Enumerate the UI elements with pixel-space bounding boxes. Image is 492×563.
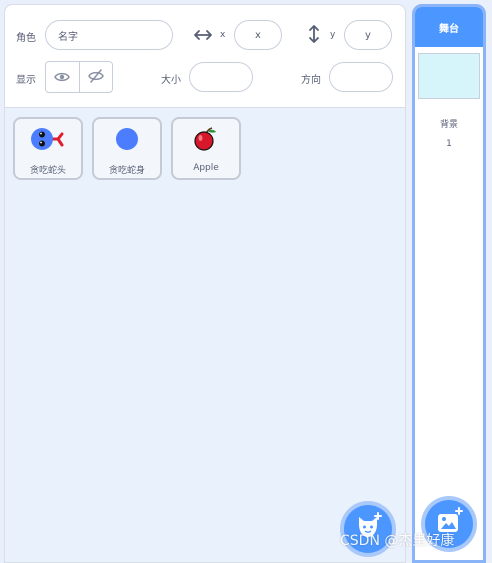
backdrops-label: 背景 <box>439 120 458 130</box>
sprite-tile[interactable]: Apple <box>171 117 241 180</box>
stage-pane[interactable]: 舞台 背景 1 <box>412 4 486 563</box>
snake-body-icon <box>94 125 160 153</box>
watermark: CSDN @杰里好康 <box>340 533 455 549</box>
show-label: 显示 <box>16 75 36 86</box>
stage-thumbnail[interactable] <box>418 53 480 99</box>
snake-head-icon <box>15 125 81 153</box>
show-button[interactable] <box>46 62 79 92</box>
hide-button[interactable] <box>78 62 113 92</box>
size-input[interactable] <box>189 62 253 92</box>
eye-icon <box>54 68 71 87</box>
sprite-name: 贪吃蛇头 <box>29 166 66 176</box>
y-input[interactable]: y <box>344 20 392 50</box>
y-axis-icon <box>307 24 321 48</box>
sprite-info-panel: 角色 名字 x x y y 显示 大小 方向 <box>5 5 405 108</box>
direction-input[interactable] <box>329 62 393 92</box>
x-input[interactable]: x <box>234 20 282 50</box>
sprite-tile[interactable]: 贪吃蛇头 <box>13 117 83 180</box>
sprite-name-input[interactable]: 名字 <box>45 20 173 50</box>
eye-slash-icon <box>87 68 104 87</box>
apple-icon <box>173 125 239 153</box>
stage-header: 舞台 <box>415 7 483 47</box>
x-axis-icon <box>193 27 213 46</box>
y-label: y <box>330 30 336 40</box>
direction-label: 方向 <box>301 75 321 86</box>
sprite-label: 角色 <box>16 33 36 44</box>
sprite-list: 贪吃蛇头 贪吃蛇身 Apple <box>13 117 241 180</box>
sprite-tile[interactable]: 贪吃蛇身 <box>92 117 162 180</box>
sprite-name: 贪吃蛇身 <box>108 166 145 176</box>
sprite-pane: 角色 名字 x x y y 显示 大小 方向 贪吃蛇头 贪吃蛇身 Apple <box>4 4 406 563</box>
size-label: 大小 <box>161 75 181 86</box>
x-label: x <box>220 30 226 40</box>
visibility-toggle <box>45 61 113 93</box>
sprite-name: Apple <box>193 163 219 173</box>
backdrops-count: 1 <box>446 139 452 149</box>
